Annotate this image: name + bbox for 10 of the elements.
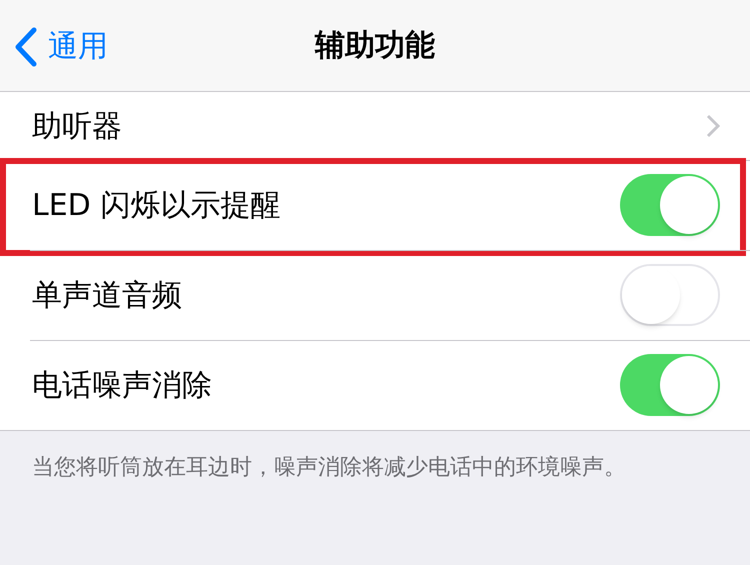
setting-row[interactable]: 助听器 [0,92,750,160]
setting-label: 电话噪声消除 [32,366,213,404]
setting-label: 单声道音频 [32,276,183,314]
footer-note: 当您将听筒放在耳边时，噪声消除将减少电话中的环境噪声。 [31,454,627,482]
screen-title: 辅助功能 [315,27,435,65]
setting-label: LED 闪烁以示提醒 [32,186,282,224]
back-button[interactable]: 通用 [14,24,108,69]
chevron-right-icon [706,114,720,138]
setting-label: 助听器 [32,108,123,146]
chevron-left-icon [14,26,38,66]
